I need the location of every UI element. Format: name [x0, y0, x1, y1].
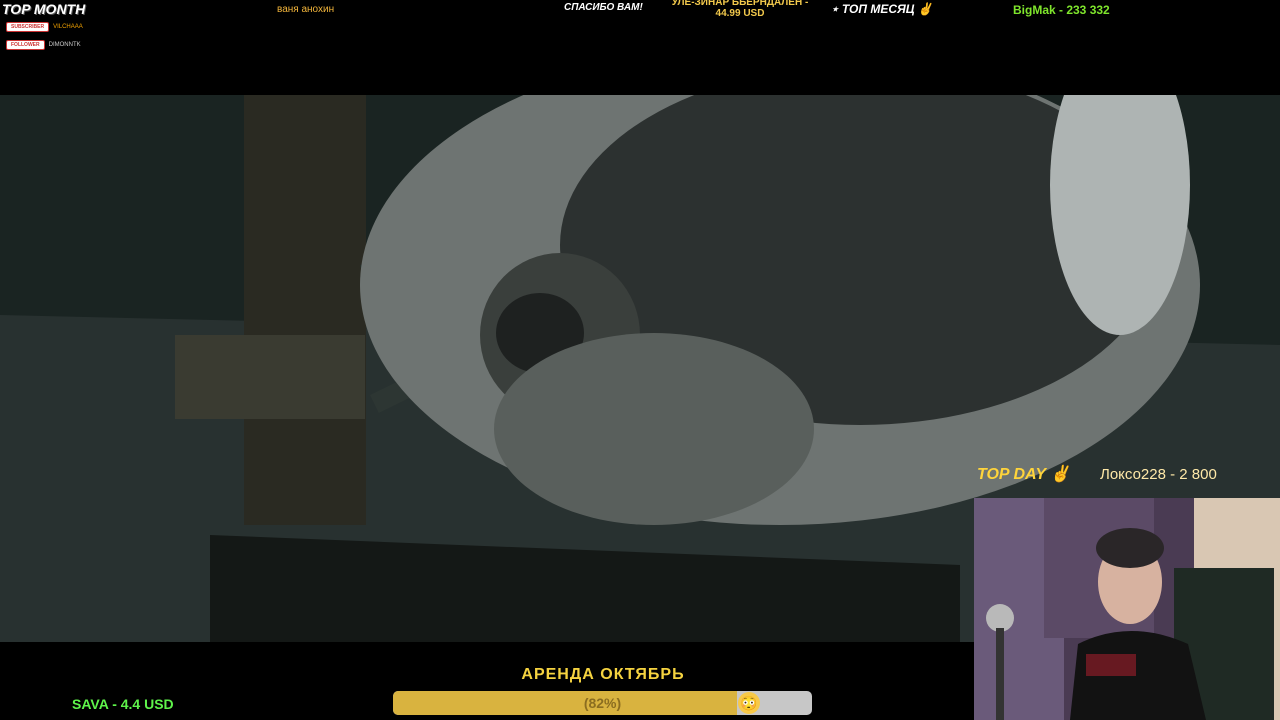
subscriber-name: VILCHAAA: [53, 24, 83, 30]
fence-board: [175, 335, 365, 419]
ticker-top-month-ru: ⋆ ТОП МЕСЯЦ ✌: [831, 2, 933, 16]
top-day-value: Локсо228 - 2 800: [1100, 466, 1217, 483]
ticker-name: ваня анохин: [277, 4, 335, 15]
top-month-label: TOP MONTH: [2, 1, 86, 17]
webcam-scene: [974, 498, 1280, 720]
subscriber-alert: SUBSCRIBER VILCHAAA: [6, 22, 83, 32]
top-ticker-bar: TOP MONTH ваня анохин СПАСИБО ВАМ! УЛЕ-З…: [0, 0, 1280, 19]
fence-post: [244, 95, 366, 525]
ticker-thanks: СПАСИБО ВАМ!: [564, 2, 643, 13]
goal-title: АРЕНДА ОКТЯБРЬ: [521, 666, 685, 683]
webcam-feed: [974, 498, 1280, 720]
top-day-label: TOP DAY ✌: [977, 466, 1071, 483]
follower-alert: FOLLOWER DIMONNTK: [6, 40, 81, 50]
follower-name: DIMONNTK: [48, 42, 81, 48]
ticker-donation: УЛЕ-ЗИНАР БЬЕРНДАЛЕН - 44.99 USD: [670, 0, 810, 19]
ticker-top-donor: BigMak - 233 332: [1013, 3, 1110, 17]
microphone: [986, 604, 1014, 632]
follower-badge: FOLLOWER: [6, 40, 45, 50]
recent-donor: SAVA - 4.4 USD: [72, 696, 174, 712]
subscriber-badge: SUBSCRIBER: [6, 22, 50, 32]
ticker-donation-line2: 44.99 USD: [715, 8, 765, 19]
goal-emoji-icon: 😳: [738, 692, 760, 714]
ticker-donation-line1: УЛЕ-ЗИНАР БЬЕРНДАЛЕН -: [671, 0, 809, 8]
